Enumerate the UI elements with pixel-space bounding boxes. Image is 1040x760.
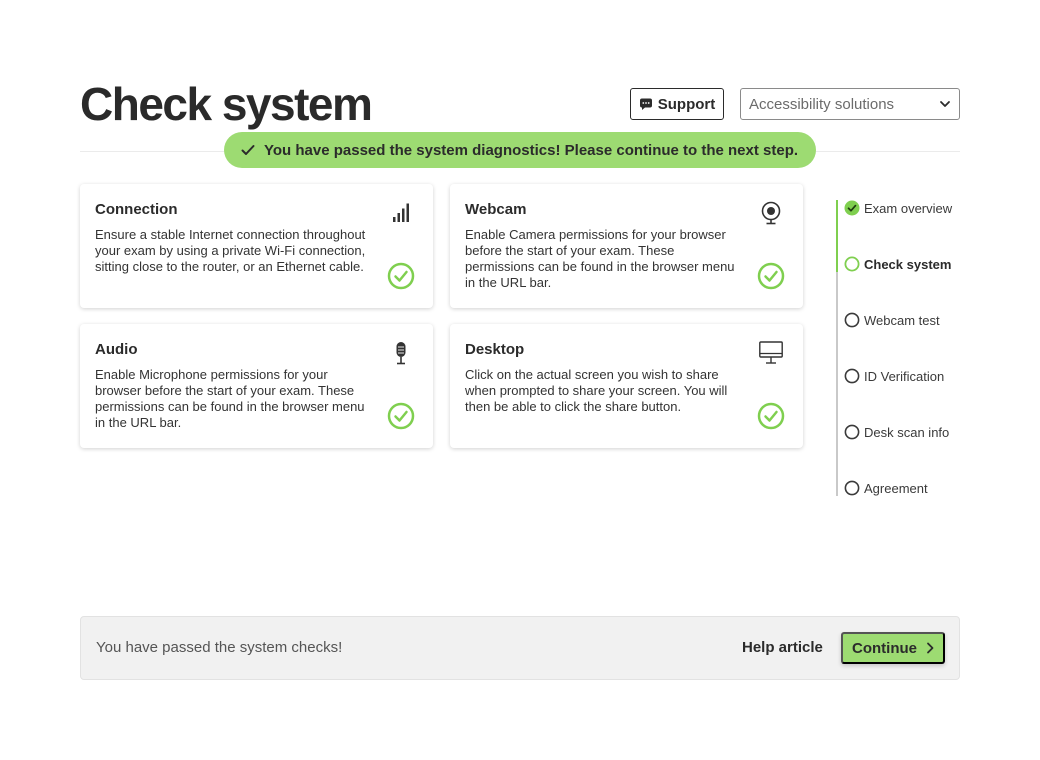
support-button[interactable]: Support	[630, 88, 724, 120]
microphone-icon	[396, 342, 406, 365]
pending-step-icon	[844, 424, 860, 440]
desktop-card: Desktop Click on the actual screen you w…	[450, 324, 803, 448]
check-icon	[241, 145, 255, 155]
footer-bar: You have passed the system checks! Help …	[80, 616, 960, 680]
pending-step-icon	[844, 368, 860, 384]
chevron-right-icon	[927, 642, 934, 654]
chevron-down-icon	[940, 101, 950, 107]
card-title: Audio	[95, 341, 138, 358]
check-circle-icon	[387, 262, 415, 290]
check-circle-icon	[757, 402, 785, 430]
pending-step-icon	[844, 480, 860, 496]
pending-step-icon	[844, 312, 860, 328]
step-label: Agreement	[864, 480, 928, 496]
accessibility-select-value: Accessibility solutions	[749, 95, 895, 113]
card-title: Webcam	[465, 201, 527, 218]
check-circle-icon	[387, 402, 415, 430]
check-circle-icon	[757, 262, 785, 290]
step-label: Webcam test	[864, 312, 940, 328]
step-check-system[interactable]: Check system	[844, 256, 951, 272]
card-description: Click on the actual screen you wish to s…	[465, 367, 728, 414]
step-progress: Exam overview Check system Webcam test I…	[836, 200, 976, 496]
success-banner: You have passed the system diagnostics! …	[224, 132, 816, 168]
step-label: ID Verification	[864, 368, 945, 384]
card-description: Enable Camera permissions for your brows…	[465, 227, 735, 290]
continue-label: Continue	[852, 639, 917, 657]
monitor-icon	[759, 341, 783, 364]
step-rail-progress	[836, 200, 838, 272]
step-exam-overview[interactable]: Exam overview	[844, 200, 952, 216]
webcam-icon	[761, 201, 781, 225]
card-description: Enable Microphone permissions for your b…	[95, 367, 365, 430]
support-label: Support	[657, 95, 716, 113]
footer-status-text: You have passed the system checks!	[96, 639, 343, 656]
step-id-verification[interactable]: ID Verification	[844, 368, 944, 384]
card-description: Ensure a stable Internet connection thro…	[95, 227, 366, 274]
check-circle-filled-icon	[844, 200, 860, 216]
webcam-card: Webcam Enable Camera permissions for you…	[450, 184, 803, 308]
connection-card: Connection Ensure a stable Internet conn…	[80, 184, 433, 308]
current-step-icon	[844, 256, 860, 272]
chat-icon	[639, 98, 652, 110]
signal-bars-icon	[393, 203, 409, 222]
page-title: Check system	[80, 78, 373, 130]
continue-button[interactable]: Continue	[841, 632, 945, 664]
card-title: Connection	[95, 201, 178, 218]
card-title: Desktop	[465, 341, 525, 358]
audio-card: Audio Enable Microphone permissions for …	[80, 324, 433, 448]
step-label: Exam overview	[864, 200, 953, 216]
accessibility-select[interactable]: Accessibility solutions	[740, 88, 960, 120]
step-desk-scan-info[interactable]: Desk scan info	[844, 424, 949, 440]
step-label: Check system	[864, 256, 952, 272]
step-webcam-test[interactable]: Webcam test	[844, 312, 940, 328]
help-article-link[interactable]: Help article	[742, 639, 823, 656]
step-label: Desk scan info	[864, 424, 950, 440]
success-banner-text: You have passed the system diagnostics! …	[264, 141, 799, 159]
step-agreement[interactable]: Agreement	[844, 480, 928, 496]
